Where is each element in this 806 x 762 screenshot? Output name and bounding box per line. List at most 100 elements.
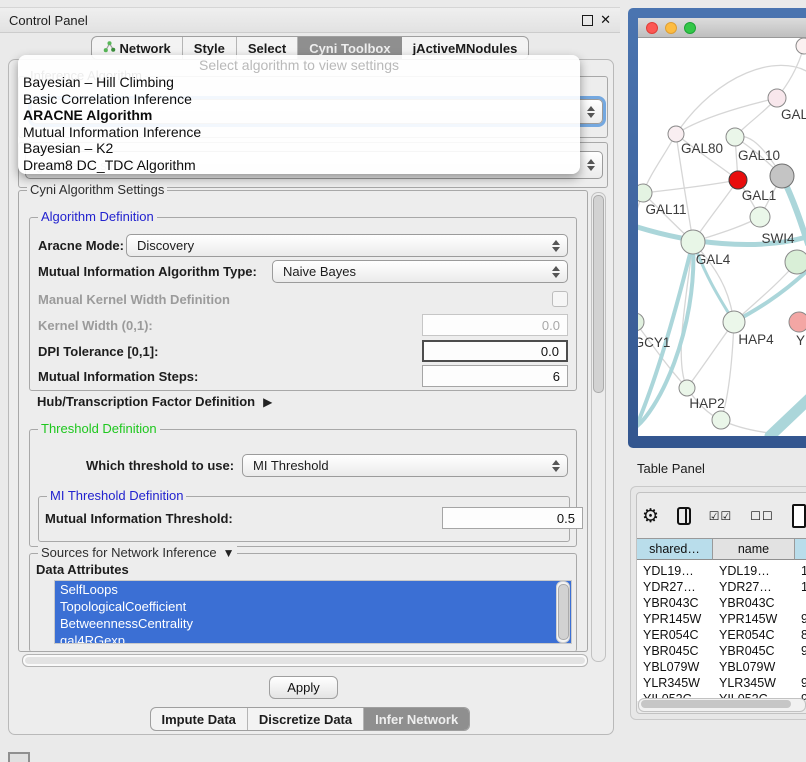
table-cell: YPR145W: [637, 612, 713, 626]
aracne-mode-label: Aracne Mode:: [38, 238, 124, 253]
network-window-titlebar[interactable]: [638, 18, 806, 38]
table-cell: YPR145W: [713, 612, 795, 626]
column-browser-icon[interactable]: [677, 507, 691, 525]
node-label-hap4: HAP4: [738, 332, 774, 347]
popup-item-bayesian-hill-climbing[interactable]: Bayesian – Hill Climbing: [18, 74, 580, 91]
application-window: Control Panel ✕ NetworkStyleSelectCyni T…: [0, 0, 806, 762]
column-header-shared[interactable]: shared…: [637, 538, 713, 560]
table-row[interactable]: YER054CYER054C8.: [637, 627, 806, 643]
node-label-gal80: GAL80: [681, 141, 723, 156]
tab-impute-data[interactable]: Impute Data: [151, 708, 248, 730]
aracne-mode-combo[interactable]: Discovery: [126, 234, 568, 257]
chevron-down-icon[interactable]: ▼: [223, 546, 235, 560]
node-salmon[interactable]: [789, 312, 806, 332]
node-label-gal-cut: GAL: [781, 107, 806, 122]
table-body: YDL19…YDL19…13YDR27…YDR27…12YBR043CYBR04…: [637, 560, 806, 701]
node-green-right[interactable]: [785, 250, 806, 274]
node-gal1[interactable]: [729, 171, 747, 189]
mi-type-combo[interactable]: Naive Bayes: [272, 260, 568, 283]
node-green-btm[interactable]: [712, 411, 730, 429]
tab-label: jActiveMNodules: [413, 41, 518, 56]
table-row[interactable]: YPR145WYPR145W9.: [637, 611, 806, 627]
column-header-a[interactable]: A: [795, 538, 806, 560]
tab-discretize-data[interactable]: Discretize Data: [248, 708, 364, 730]
traffic-light-zoom[interactable]: [684, 22, 696, 34]
table-panel-title: Table Panel: [637, 461, 705, 476]
apply-button[interactable]: Apply: [269, 676, 338, 699]
node-gray-node[interactable]: [770, 164, 794, 188]
table-cell: YDR27…: [713, 580, 795, 594]
minimized-panel-icon[interactable]: [8, 752, 30, 762]
deselect-all-icon[interactable]: ☐☐: [750, 509, 774, 523]
chevron-right-icon: ▶: [263, 395, 272, 409]
kernel-width-label: Kernel Width (0,1):: [38, 318, 153, 333]
network-edge: [638, 193, 643, 322]
tab-label: Select: [248, 41, 286, 56]
table-row[interactable]: YBL079WYBL079W: [637, 659, 806, 675]
attribute-item-selfloops[interactable]: SelfLoops: [55, 581, 571, 598]
attribute-item-betweennesscentrality[interactable]: BetweennessCentrality: [55, 615, 571, 632]
which-threshold-combo[interactable]: MI Threshold: [242, 454, 568, 477]
node-hap2[interactable]: [679, 380, 695, 396]
traffic-light-minimize[interactable]: [665, 22, 677, 34]
settings-vertical-scrollbar[interactable]: [591, 192, 606, 662]
traffic-light-close[interactable]: [646, 22, 658, 34]
node-gal-cut[interactable]: [768, 89, 786, 107]
node-gal10[interactable]: [726, 128, 744, 146]
table-horizontal-scrollbar[interactable]: [638, 698, 806, 712]
table-row[interactable]: YBR045CYBR045C9.: [637, 643, 806, 659]
float-window-icon[interactable]: [582, 15, 593, 26]
attribute-item-topologicalcoefficient[interactable]: TopologicalCoefficient: [55, 598, 571, 615]
tab-label: Cyni Toolbox: [309, 41, 390, 56]
algorithm-popup-items: Bayesian – Hill ClimbingBasic Correlatio…: [18, 74, 580, 174]
document-icon[interactable]: [792, 504, 806, 528]
mi-steps-field[interactable]: 6: [422, 365, 568, 387]
node-hap4[interactable]: [723, 311, 745, 333]
node-gal4[interactable]: [681, 230, 705, 254]
table-cell: YBL079W: [637, 660, 713, 674]
table-row[interactable]: YDR27…YDR27…12: [637, 579, 806, 595]
mi-threshold-field[interactable]: 0.5: [442, 507, 583, 529]
close-icon[interactable]: ✕: [600, 15, 611, 25]
network-edge: [687, 322, 734, 388]
data-attributes-label: Data Attributes: [36, 562, 129, 577]
network-canvas[interactable]: GALGAL80GAL10GAL1GAL11SWI4GAL4GCY1HAP4YH…: [638, 38, 806, 436]
node-label-gal10: GAL10: [738, 148, 780, 163]
manual-kernel-checkbox[interactable]: [552, 291, 568, 307]
threshold-definition-group: Threshold Definition Which threshold to …: [29, 429, 577, 547]
table-row[interactable]: YDL19…YDL19…13: [637, 563, 806, 579]
cyni-settings-title: Cyni Algorithm Settings: [27, 183, 167, 197]
table-cell: YBL079W: [713, 660, 795, 674]
popup-item-bayesian-k2[interactable]: Bayesian – K2: [18, 140, 580, 157]
settings-horizontal-scrollbar[interactable]: [22, 654, 588, 667]
node-n-topright[interactable]: [796, 38, 806, 54]
node-label-salmon: Y: [796, 333, 805, 348]
popup-item-aracne-algorithm[interactable]: ARACNE Algorithm: [18, 107, 580, 124]
data-attributes-list: SelfLoopsTopologicalCoefficientBetweenne…: [54, 580, 572, 644]
tab-infer-network[interactable]: Infer Network: [364, 708, 469, 730]
table-row[interactable]: YBR043CYBR043C: [637, 595, 806, 611]
popup-item-basic-correlation-inference[interactable]: Basic Correlation Inference: [18, 91, 580, 108]
popup-placeholder: Select algorithm to view settings: [18, 57, 580, 74]
select-all-icon[interactable]: ☑☑: [709, 509, 733, 523]
dpi-tolerance-field[interactable]: 0.0: [422, 340, 568, 362]
node-gal11[interactable]: [638, 184, 652, 202]
node-swi4[interactable]: [750, 207, 770, 227]
network-edge: [643, 180, 738, 193]
table-cell: YDL19…: [637, 564, 713, 578]
table-cell: 12: [795, 580, 806, 594]
table-cell: YBR045C: [713, 644, 795, 658]
kernel-width-field[interactable]: 0.0: [422, 314, 568, 336]
popup-item-dream8-dc-tdc-algorithm[interactable]: Dream8 DC_TDC Algorithm: [18, 157, 580, 174]
list-vertical-scrollbar[interactable]: [556, 581, 570, 643]
attribute-item-gal4rgexp[interactable]: gal4RGexp: [55, 632, 571, 644]
table-row[interactable]: YLR345WYLR345W9.: [637, 675, 806, 691]
hub-definition-expander[interactable]: Hub/Transcription Factor Definition ▶: [37, 394, 272, 409]
gear-icon[interactable]: ⚙: [642, 505, 659, 528]
table-cell: YER054C: [637, 628, 713, 642]
popup-item-mutual-information-inference[interactable]: Mutual Information Inference: [18, 124, 580, 141]
node-gal80[interactable]: [668, 126, 684, 142]
node-gcy1[interactable]: [638, 313, 644, 331]
column-header-name[interactable]: name: [713, 538, 795, 560]
table-cell: 13: [795, 564, 806, 578]
